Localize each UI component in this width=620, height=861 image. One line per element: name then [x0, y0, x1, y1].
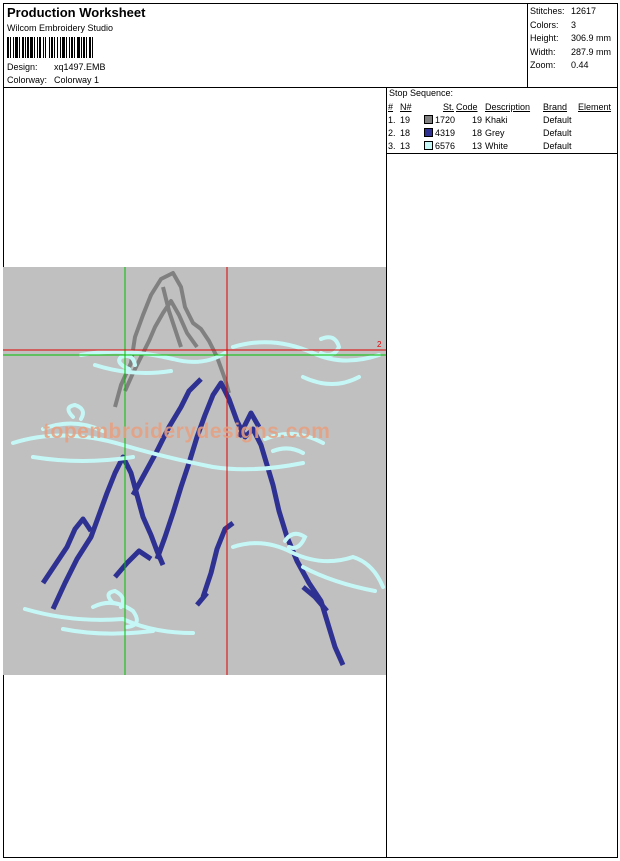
col-brand: Brand: [543, 101, 568, 112]
stop-sequence-table: # N# St. Code Description Brand Element …: [388, 100, 611, 152]
design-preview: topembroiderydesigns.com 2: [3, 267, 386, 675]
col-st: St.: [442, 101, 454, 112]
software-name: Wilcom Embroidery Studio: [7, 23, 114, 33]
col-code: Code: [456, 101, 478, 112]
design-value: xq1497.EMB: [54, 62, 106, 72]
stop-sequence-title: Stop Sequence:: [389, 88, 454, 98]
header-divider: [3, 87, 618, 88]
col-element: Element: [578, 101, 612, 112]
page-title: Production Worksheet: [7, 5, 146, 20]
col-n: N#: [400, 101, 412, 112]
guide-marker-label: 2: [377, 340, 382, 349]
stats-divider: [527, 3, 528, 87]
colorway-value: Colorway 1: [54, 75, 100, 85]
stat-colors: Colors: 3: [530, 19, 577, 30]
design-stats: Stitches: 12617 Colors: 3 Height: 306.9 mm …: [530, 5, 611, 73]
barcode: [7, 37, 93, 58]
table-row: 3. 13 6576 13 White Default: [388, 140, 572, 151]
embroidery-artwork: [3, 267, 386, 675]
stat-zoom: Zoom: 0.44: [530, 60, 589, 70]
table-row: 1. 19 1720 19 Khaki Default: [388, 114, 572, 125]
watermark: topembroiderydesigns.com: [43, 420, 331, 443]
table-header: # N# St. Code Description Brand Element: [388, 100, 611, 113]
col-description: Description: [485, 101, 531, 112]
table-row: 2. 18 4319 18 Grey Default: [388, 127, 572, 138]
stat-width: Width: 287.9 mm: [530, 46, 612, 57]
color-swatch: [424, 140, 433, 150]
column-divider: [386, 87, 387, 858]
stat-height: Height: 306.9 mm: [530, 33, 612, 43]
table-divider: [386, 153, 618, 154]
design-label: Design:: [7, 62, 38, 72]
color-swatch: [424, 127, 433, 137]
col-num: #: [388, 101, 394, 112]
stat-stitches: Stitches: 12617: [530, 6, 597, 16]
grey-mountain: [113, 271, 231, 408]
colorway-label: Colorway:: [7, 75, 48, 85]
color-swatch: [424, 114, 433, 124]
